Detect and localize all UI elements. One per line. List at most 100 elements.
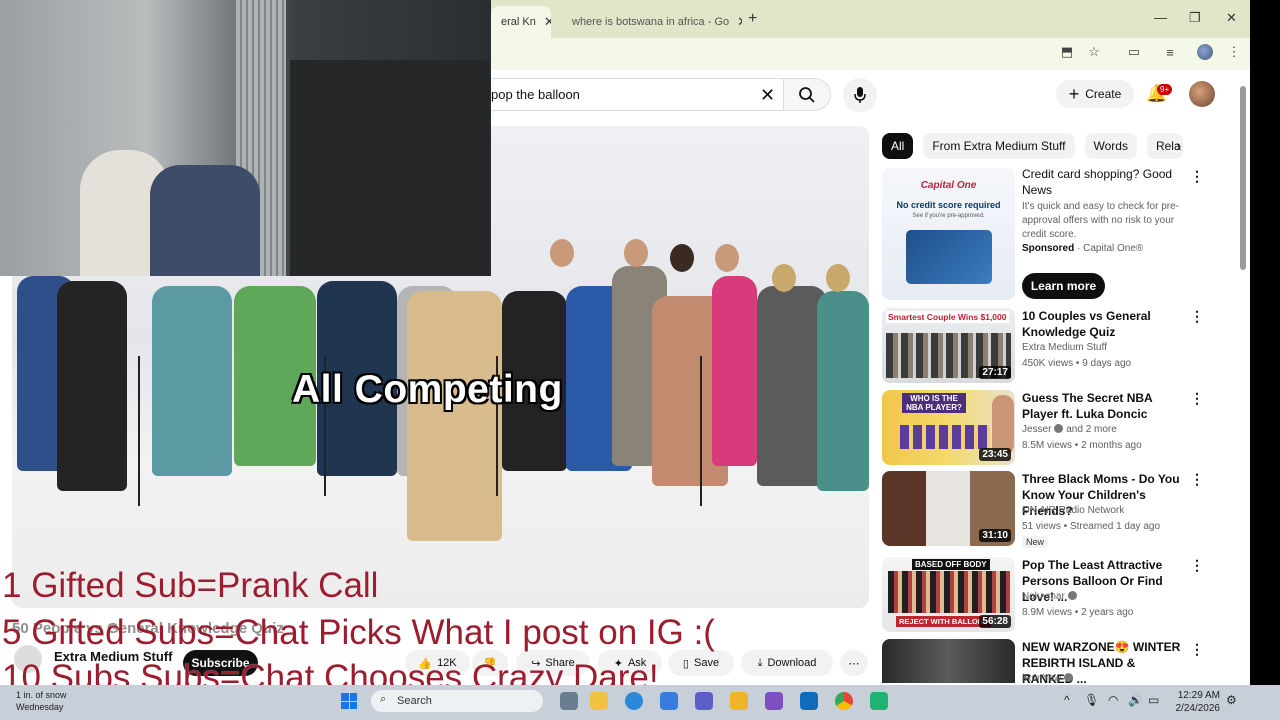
create-button[interactable]: + Create: [1056, 80, 1134, 108]
clock-time: 12:29 AM: [1177, 690, 1220, 701]
user-avatar[interactable]: [1189, 81, 1215, 107]
weather-condition: 1 in. of snow: [16, 690, 67, 700]
video-title[interactable]: 10 Couples vs General Knowledge Quiz: [1022, 308, 1187, 340]
browser-profile-icon[interactable]: [1197, 44, 1213, 60]
weather-widget[interactable]: 1 in. of snow Wednesday: [16, 689, 67, 713]
store-icon[interactable]: [660, 692, 678, 710]
search-input[interactable]: pop the balloon: [470, 78, 790, 111]
onenote-icon[interactable]: [765, 692, 783, 710]
notification-badge: 9+: [1157, 84, 1173, 95]
video-channel-line: Noluvmar: [1022, 591, 1077, 602]
clear-search-icon[interactable]: ✕: [760, 85, 775, 106]
search-icon: [799, 86, 815, 103]
video-title[interactable]: Guess The Secret NBA Player ft. Luka Don…: [1022, 390, 1187, 422]
video-head: [624, 239, 648, 267]
taskbar-search[interactable]: ⌕ Search: [371, 690, 543, 712]
more-actions-button[interactable]: ⋯: [840, 650, 868, 676]
video-head: [550, 239, 574, 267]
chip-from-channel[interactable]: From Extra Medium Stuff: [923, 133, 1075, 159]
windows-start-icon[interactable]: [341, 693, 357, 709]
install-icon[interactable]: ⬒: [1059, 44, 1075, 60]
kebab-icon[interactable]: ⋮: [1190, 471, 1204, 488]
download-icon: ⤓: [757, 656, 763, 669]
volume-icon[interactable]: 🔊: [1128, 693, 1143, 707]
video-thumbnail[interactable]: 31:10: [882, 471, 1015, 546]
video-channel[interactable]: Extra Medium Stuff: [1022, 342, 1107, 353]
office-icon[interactable]: [730, 692, 748, 710]
media-control-icon[interactable]: ≡: [1162, 44, 1178, 60]
thumbnail-face: [992, 395, 1014, 455]
verified-icon: [1067, 591, 1077, 600]
file-explorer-icon[interactable]: [590, 692, 608, 710]
kebab-icon[interactable]: ⋮: [1190, 641, 1204, 658]
battery-icon[interactable]: ▭: [1148, 693, 1159, 707]
video-channel[interactable]: ON AIR Radio Network: [1022, 505, 1124, 516]
search-value: pop the balloon: [491, 87, 580, 102]
close-tab-icon[interactable]: ✕: [737, 14, 742, 30]
maximize-button[interactable]: ❐: [1189, 10, 1201, 26]
screen-edge: [1250, 0, 1280, 685]
wifi-icon[interactable]: ◠: [1108, 693, 1118, 707]
save-button[interactable]: ▯ Save: [668, 650, 734, 676]
browser-tab-google[interactable]: where is botswana in africa - Go ✕: [554, 6, 742, 38]
related-video[interactable]: Smartest Couple Wins $1,000 27:17 10 Cou…: [882, 308, 1222, 386]
thumbnail-text: BASED OFF BODY: [912, 559, 990, 570]
voice-search-button[interactable]: [843, 78, 877, 112]
related-video[interactable]: WHO IS THE NBA PLAYER? 23:45 Guess The S…: [882, 390, 1222, 468]
channel-extra: and 2 more: [1066, 424, 1117, 435]
video-head: [670, 244, 694, 272]
notifications-icon[interactable]: ⚙: [1226, 693, 1237, 707]
chip-words[interactable]: Words: [1084, 133, 1137, 159]
download-button[interactable]: ⤓ Download: [741, 650, 833, 676]
related-video[interactable]: NEW WARZONE😍 WINTER REBIRTH ISLAND & RAN…: [882, 639, 1222, 686]
mic-tray-icon[interactable]: 🎙: [1084, 693, 1099, 707]
page-scrollbar[interactable]: [1240, 86, 1246, 270]
chip-all[interactable]: All: [882, 133, 914, 159]
learn-more-button[interactable]: Learn more: [1022, 273, 1105, 299]
tab-label: where is botswana in africa - Go: [572, 16, 730, 28]
search-button[interactable]: [783, 78, 831, 111]
video-thumbnail[interactable]: BASED OFF BODY REJECT WITH BALLON? 56:28: [882, 557, 1015, 632]
video-thumbnail[interactable]: WHO IS THE NBA PLAYER? 23:45: [882, 390, 1015, 465]
video-duration: 27:17: [979, 366, 1011, 379]
close-tab-icon[interactable]: ✕: [544, 14, 551, 30]
task-view-icon[interactable]: [560, 692, 578, 710]
kebab-icon[interactable]: ⋮: [1190, 557, 1204, 574]
verified-icon: [1064, 673, 1074, 682]
mic-stand: [138, 356, 140, 506]
minimize-button[interactable]: —: [1154, 10, 1167, 25]
webcam-shadow: [290, 60, 490, 276]
chrome-icon[interactable]: [835, 692, 853, 710]
kebab-icon[interactable]: ⋮: [1190, 168, 1204, 185]
chevron-right-icon[interactable]: ›: [1176, 138, 1181, 156]
close-window-button[interactable]: ✕: [1226, 10, 1237, 26]
video-channel[interactable]: iRunYew: [1022, 673, 1061, 684]
ad-description: It's quick and easy to check for pre-app…: [1022, 201, 1179, 240]
video-person: [817, 291, 869, 491]
system-clock[interactable]: 12:29 AM 2/24/2026: [1166, 689, 1221, 715]
video-thumbnail[interactable]: Smartest Couple Wins $1,000 27:17: [882, 308, 1015, 383]
ad-thumbnail[interactable]: Capital One No credit score required See…: [882, 168, 1015, 300]
browser-menu-icon[interactable]: ⋮: [1226, 44, 1242, 60]
edge-icon[interactable]: [625, 692, 643, 710]
tray-expand-icon[interactable]: ^: [1064, 693, 1070, 707]
ad-title[interactable]: Credit card shopping? Good News: [1022, 166, 1184, 198]
video-meta: 450K views • 9 days ago: [1022, 358, 1132, 369]
thumbnail-text: WHO IS THE NBA PLAYER?: [902, 393, 966, 413]
kebab-icon[interactable]: ⋮: [1190, 308, 1204, 325]
ad-logo: Capital One: [920, 180, 977, 191]
video-thumbnail[interactable]: [882, 639, 1015, 683]
related-video[interactable]: BASED OFF BODY REJECT WITH BALLON? 56:28…: [882, 557, 1222, 635]
video-channel[interactable]: Jesser: [1022, 424, 1051, 435]
cast-icon[interactable]: ▭: [1126, 44, 1142, 60]
mic-icon: [854, 87, 866, 103]
browser-tab-active[interactable]: eral Kn ✕: [491, 6, 551, 38]
bookmark-star-icon[interactable]: ☆: [1086, 44, 1102, 60]
outlook-icon[interactable]: [800, 692, 818, 710]
new-tab-button[interactable]: +: [748, 10, 757, 28]
related-video[interactable]: 31:10 Three Black Moms - Do You Know You…: [882, 471, 1222, 549]
app-icon[interactable]: [870, 692, 888, 710]
kebab-icon[interactable]: ⋮: [1190, 390, 1204, 407]
teams-icon[interactable]: [695, 692, 713, 710]
video-channel[interactable]: Noluvmar: [1022, 591, 1065, 602]
